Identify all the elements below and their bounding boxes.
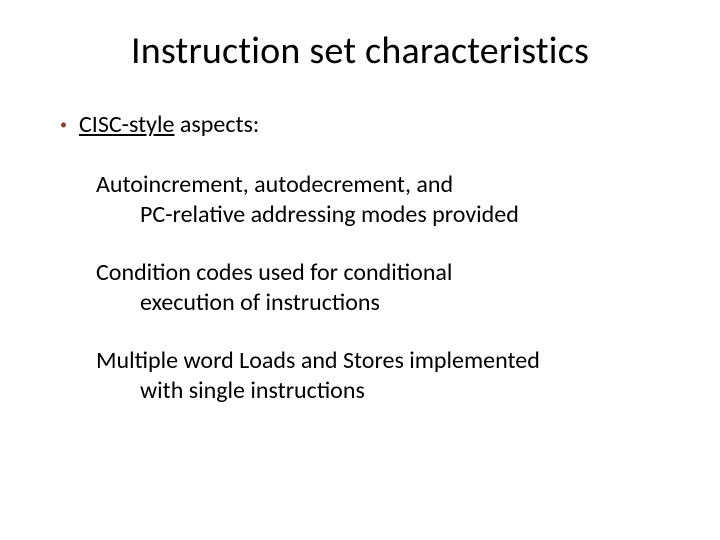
slide: Instruction set characteristics • CISC-s… <box>0 0 720 540</box>
bullet-text: CISC-style aspects: <box>79 110 259 140</box>
block-line-2: with single instructions <box>140 376 670 406</box>
content-block: Condition codes used for conditional exe… <box>96 258 670 318</box>
bullet-item: • CISC-style aspects: <box>60 110 670 140</box>
block-line-1: Condition codes used for conditional <box>96 258 670 288</box>
block-line-1: Multiple word Loads and Stores implement… <box>96 346 670 376</box>
content-block: Autoincrement, autodecrement, and PC-rel… <box>96 170 670 230</box>
block-line-2: PC-relative addressing modes provided <box>140 200 670 230</box>
content-block: Multiple word Loads and Stores implement… <box>96 346 670 406</box>
bullet-rest: aspects: <box>174 110 259 139</box>
bullet-dot-icon: • <box>60 110 67 140</box>
block-line-1: Autoincrement, autodecrement, and <box>96 170 670 200</box>
bullet-underlined: CISC-style <box>79 110 174 139</box>
block-line-2: execution of instructions <box>140 288 670 318</box>
slide-title: Instruction set characteristics <box>50 28 670 74</box>
